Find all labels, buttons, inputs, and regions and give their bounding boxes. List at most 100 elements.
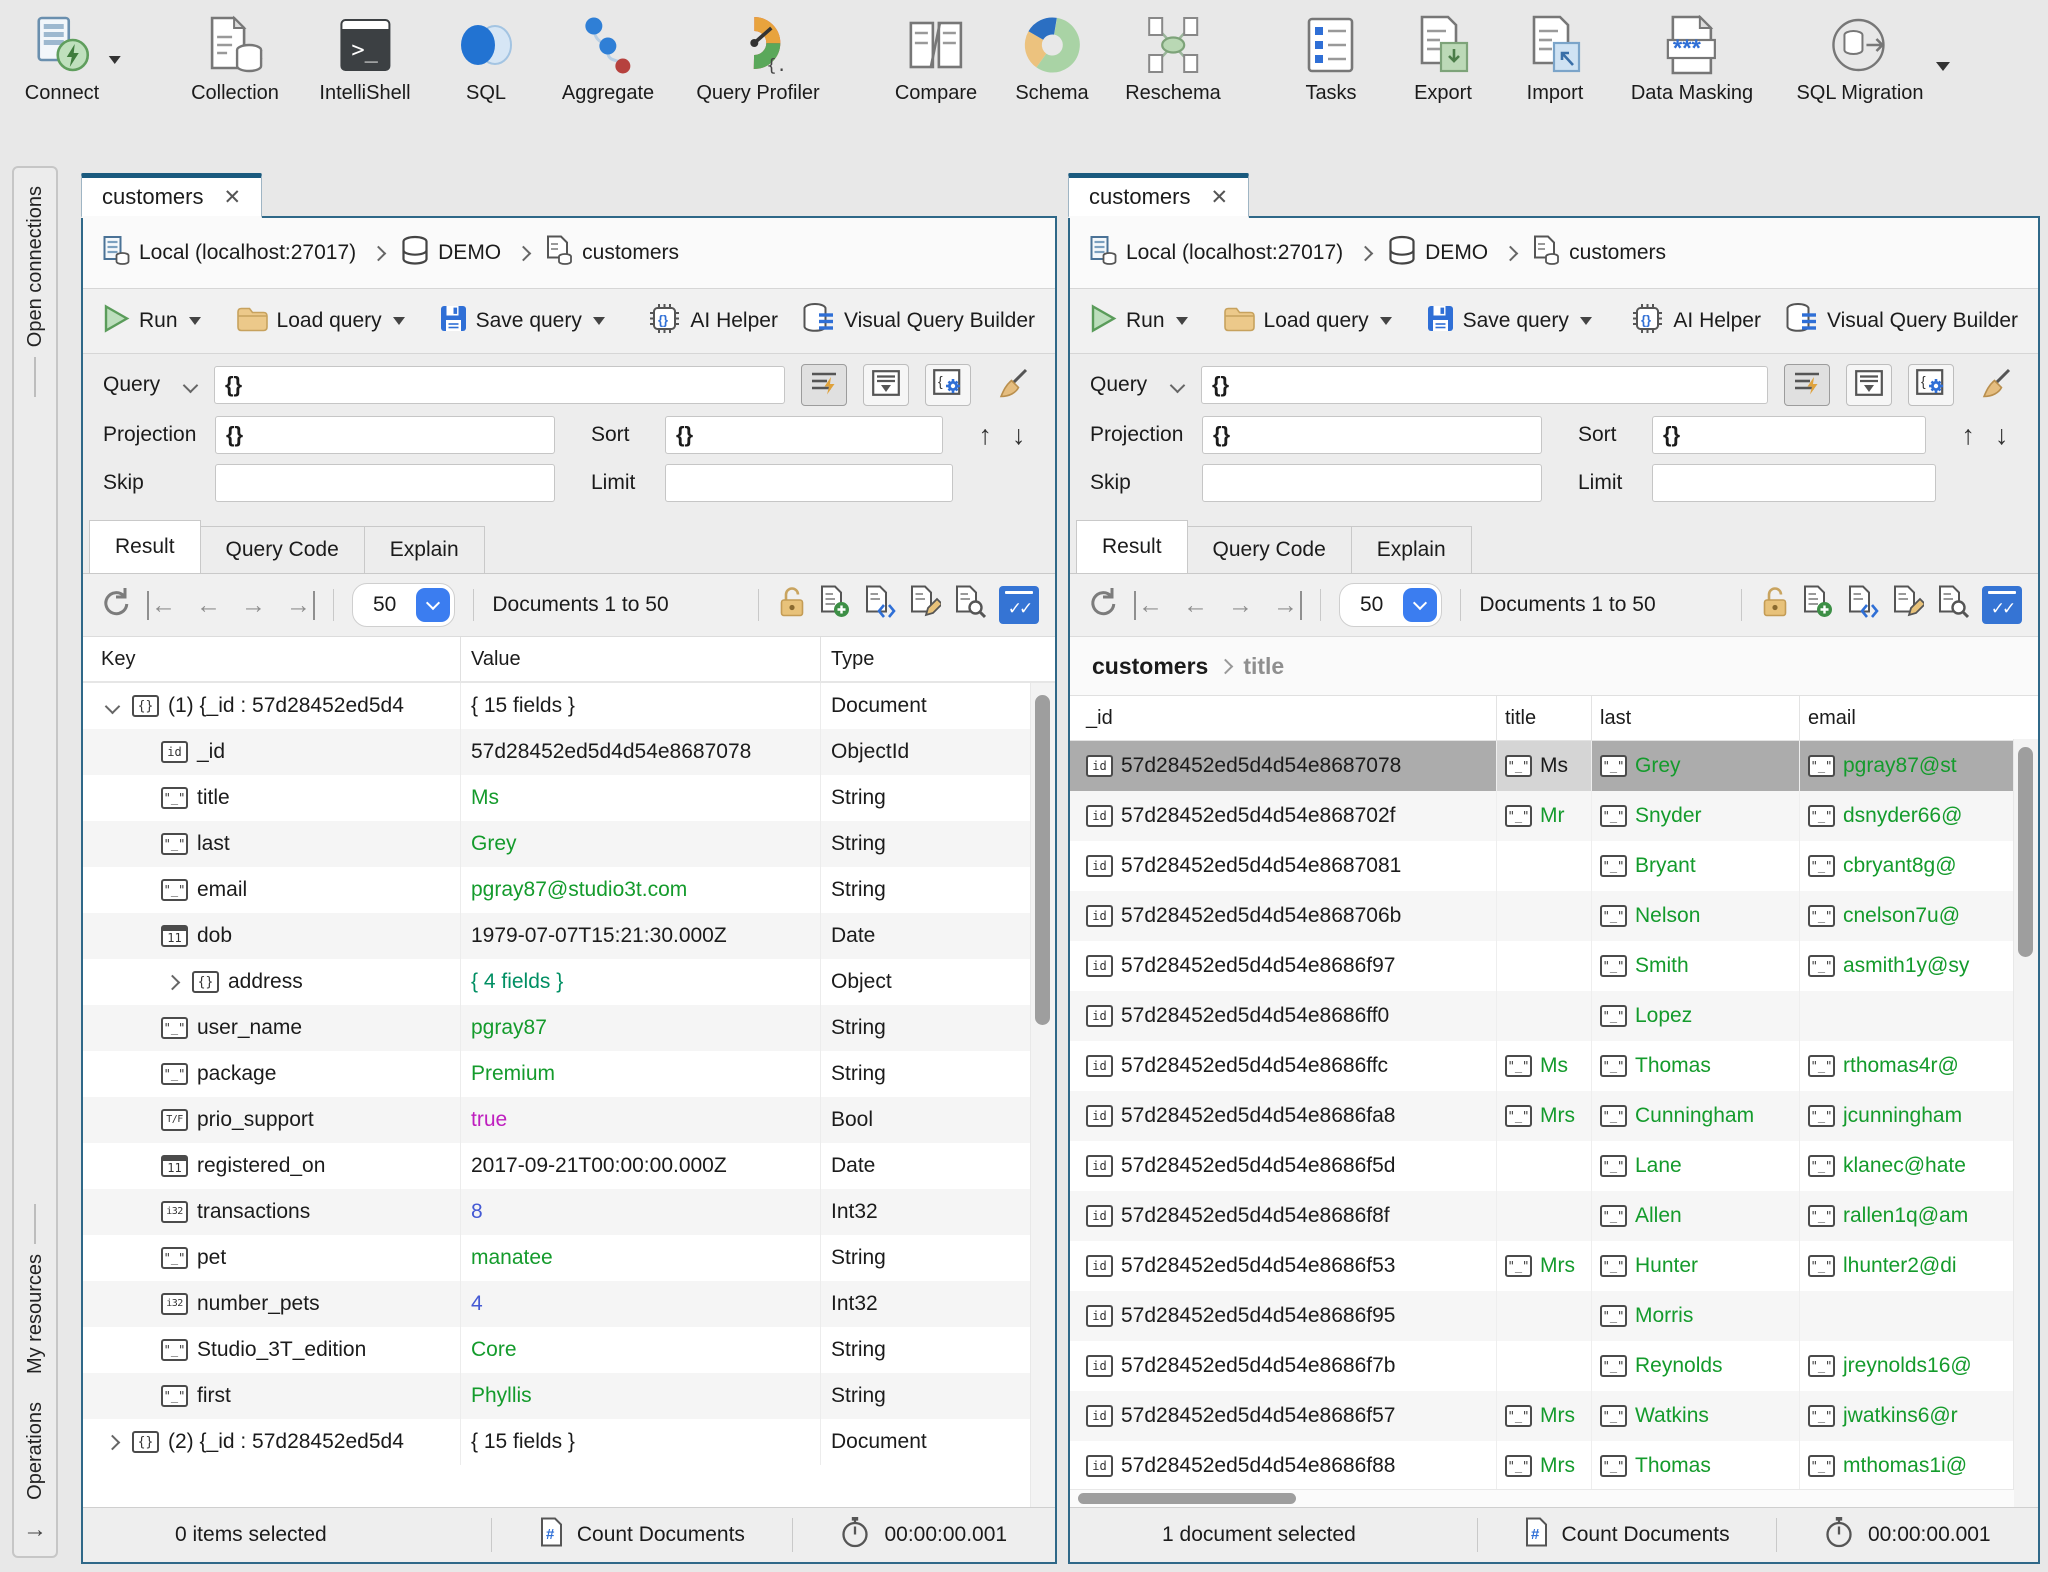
toolbar-item-aggregate[interactable]: Aggregate — [562, 12, 654, 105]
type-cell[interactable]: String — [820, 867, 1055, 913]
id-cell[interactable]: id57d28452ed5d4d54e868702f — [1070, 791, 1496, 841]
last-cell[interactable]: "_"Lane — [1591, 1141, 1799, 1191]
value-cell[interactable]: 1979-07-07T15:21:30.000Z — [460, 913, 820, 959]
tab-result[interactable]: Result — [89, 520, 201, 573]
sidebar-item-open-connections[interactable]: Open connections — [24, 186, 47, 347]
inspect-document-icon[interactable] — [954, 585, 986, 625]
key-cell[interactable]: i32number_pets — [83, 1292, 460, 1316]
key-cell[interactable]: {}(2) {_id : 57d28452ed5d4 — [83, 1430, 460, 1454]
last-cell[interactable]: "_"Lopez — [1591, 991, 1799, 1041]
tab-explain[interactable]: Explain — [364, 526, 485, 573]
expander-expanded-icon[interactable] — [101, 701, 123, 712]
value-cell[interactable]: { 15 fields } — [460, 1419, 820, 1465]
tree-row[interactable]: "_"Studio_3T_editionCoreString — [83, 1327, 1055, 1373]
next-page-button[interactable]: → — [241, 591, 266, 620]
last-cell[interactable]: "_"Snyder — [1591, 791, 1799, 841]
type-cell[interactable]: Int32 — [820, 1189, 1055, 1235]
query-bar-mode-button[interactable] — [801, 364, 847, 406]
email-cell[interactable]: "_"asmith1y@sy — [1799, 941, 2038, 991]
key-cell[interactable]: "_"pet — [83, 1246, 460, 1270]
title-cell[interactable]: "_"Mr — [1496, 791, 1591, 841]
value-cell[interactable]: manatee — [460, 1235, 820, 1281]
count-documents-button[interactable]: # Count Documents — [1478, 1517, 1776, 1553]
value-cell[interactable]: pgray87@studio3t.com — [460, 867, 820, 913]
email-cell[interactable] — [1799, 991, 2038, 1041]
refresh-icon[interactable] — [99, 586, 131, 624]
toolbar-item-intellishell[interactable]: >_IntelliShell — [319, 12, 410, 105]
type-cell[interactable]: String — [820, 1327, 1055, 1373]
email-cell[interactable]: "_"dsnyder66@ — [1799, 791, 2038, 841]
toolbar-item-sql[interactable]: SQL — [453, 12, 519, 105]
value-cell[interactable]: 4 — [460, 1281, 820, 1327]
query-settings-button[interactable]: { — [925, 364, 971, 406]
sort-input[interactable]: {} — [665, 416, 943, 454]
value-cell[interactable]: Grey — [460, 821, 820, 867]
title-cell[interactable]: "_"Ms — [1496, 741, 1591, 791]
table-row[interactable]: id57d28452ed5d4d54e8686f57"_"Mrs"_"Watki… — [1070, 1391, 2038, 1441]
inspect-document-icon[interactable] — [1937, 585, 1969, 625]
last-cell[interactable]: "_"Reynolds — [1591, 1341, 1799, 1391]
id-cell[interactable]: id57d28452ed5d4d54e868706b — [1070, 891, 1496, 941]
clear-query-button[interactable] — [1974, 365, 2018, 405]
key-cell[interactable]: "_"Studio_3T_edition — [83, 1338, 460, 1362]
lock-icon[interactable] — [778, 586, 806, 624]
tree-row[interactable]: i32number_pets4Int32 — [83, 1281, 1055, 1327]
last-cell[interactable]: "_"Thomas — [1591, 1041, 1799, 1091]
tree-row[interactable]: {}(1) {_id : 57d28452ed5d4{ 15 fields }D… — [83, 683, 1055, 729]
email-cell[interactable] — [1799, 1291, 2038, 1341]
close-icon[interactable]: ✕ — [223, 187, 241, 208]
sort-descending-icon[interactable]: ↓ — [1995, 420, 2009, 451]
breadcrumb-connection[interactable]: Local (localhost:27017) — [103, 235, 356, 272]
skip-input[interactable] — [215, 464, 555, 502]
title-cell[interactable] — [1496, 841, 1591, 891]
column-header-key[interactable]: Key — [83, 648, 460, 671]
email-cell[interactable]: "_"mthomas1i@ — [1799, 1441, 2038, 1491]
expander-collapsed-icon[interactable] — [161, 977, 183, 988]
title-cell[interactable] — [1496, 991, 1591, 1041]
tab-result[interactable]: Result — [1076, 520, 1188, 573]
sort-descending-icon[interactable]: ↓ — [1012, 420, 1026, 451]
page-size-select[interactable]: 50 — [1339, 583, 1442, 627]
toolbar-item-tasks[interactable]: Tasks — [1303, 12, 1359, 105]
toolbar-item-export[interactable]: Export — [1414, 12, 1472, 105]
query-input[interactable]: {} — [1201, 366, 1768, 404]
table-row[interactable]: id57d28452ed5d4d54e8686f97"_"Smith"_"asm… — [1070, 941, 2038, 991]
value-cell[interactable]: Phyllis — [460, 1373, 820, 1419]
email-cell[interactable]: "_"rallen1q@am — [1799, 1191, 2038, 1241]
tab-explain[interactable]: Explain — [1351, 526, 1472, 573]
toolbar-item-connect[interactable]: Connect — [25, 12, 100, 105]
last-cell[interactable]: "_"Grey — [1591, 741, 1799, 791]
value-cell[interactable]: pgray87 — [460, 1005, 820, 1051]
id-cell[interactable]: id57d28452ed5d4d54e8686f95 — [1070, 1291, 1496, 1341]
type-cell[interactable]: String — [820, 821, 1055, 867]
tree-row[interactable]: "_"lastGreyString — [83, 821, 1055, 867]
title-cell[interactable] — [1496, 1341, 1591, 1391]
last-cell[interactable]: "_"Thomas — [1591, 1441, 1799, 1491]
last-cell[interactable]: "_"Nelson — [1591, 891, 1799, 941]
toolbar-item-schema[interactable]: Schema — [1015, 12, 1088, 105]
breadcrumb-database[interactable]: DEMO — [1388, 235, 1488, 272]
breadcrumb-collection[interactable]: customers — [1533, 235, 1666, 272]
type-cell[interactable]: Object — [820, 959, 1055, 1005]
vertical-scrollbar[interactable] — [1030, 683, 1055, 1507]
title-cell[interactable] — [1496, 941, 1591, 991]
close-icon[interactable]: ✕ — [1210, 187, 1228, 208]
title-cell[interactable] — [1496, 1291, 1591, 1341]
tree-row[interactable]: id_id57d28452ed5d4d54e8687078ObjectId — [83, 729, 1055, 775]
table-row[interactable]: id57d28452ed5d4d54e8686f53"_"Mrs"_"Hunte… — [1070, 1241, 2038, 1291]
column-header-email[interactable]: email — [1799, 696, 2038, 740]
add-document-icon[interactable] — [1802, 585, 1834, 625]
next-page-button[interactable]: → — [1228, 591, 1253, 620]
expand-editor-button[interactable] — [1846, 364, 1892, 406]
tree-row[interactable]: "_"emailpgray87@studio3t.comString — [83, 867, 1055, 913]
count-documents-button[interactable]: # Count Documents — [492, 1517, 791, 1553]
id-cell[interactable]: id57d28452ed5d4d54e8686ff0 — [1070, 991, 1496, 1041]
type-cell[interactable]: String — [820, 1051, 1055, 1097]
id-cell[interactable]: id57d28452ed5d4d54e8687081 — [1070, 841, 1496, 891]
key-cell[interactable]: "_"last — [83, 832, 460, 856]
expand-editor-button[interactable] — [863, 364, 909, 406]
table-row[interactable]: id57d28452ed5d4d54e8686f5d"_"Lane"_"klan… — [1070, 1141, 2038, 1191]
scrollbar-thumb[interactable] — [1035, 695, 1050, 1025]
title-cell[interactable]: "_"Ms — [1496, 1041, 1591, 1091]
key-cell[interactable]: "_"package — [83, 1062, 460, 1086]
